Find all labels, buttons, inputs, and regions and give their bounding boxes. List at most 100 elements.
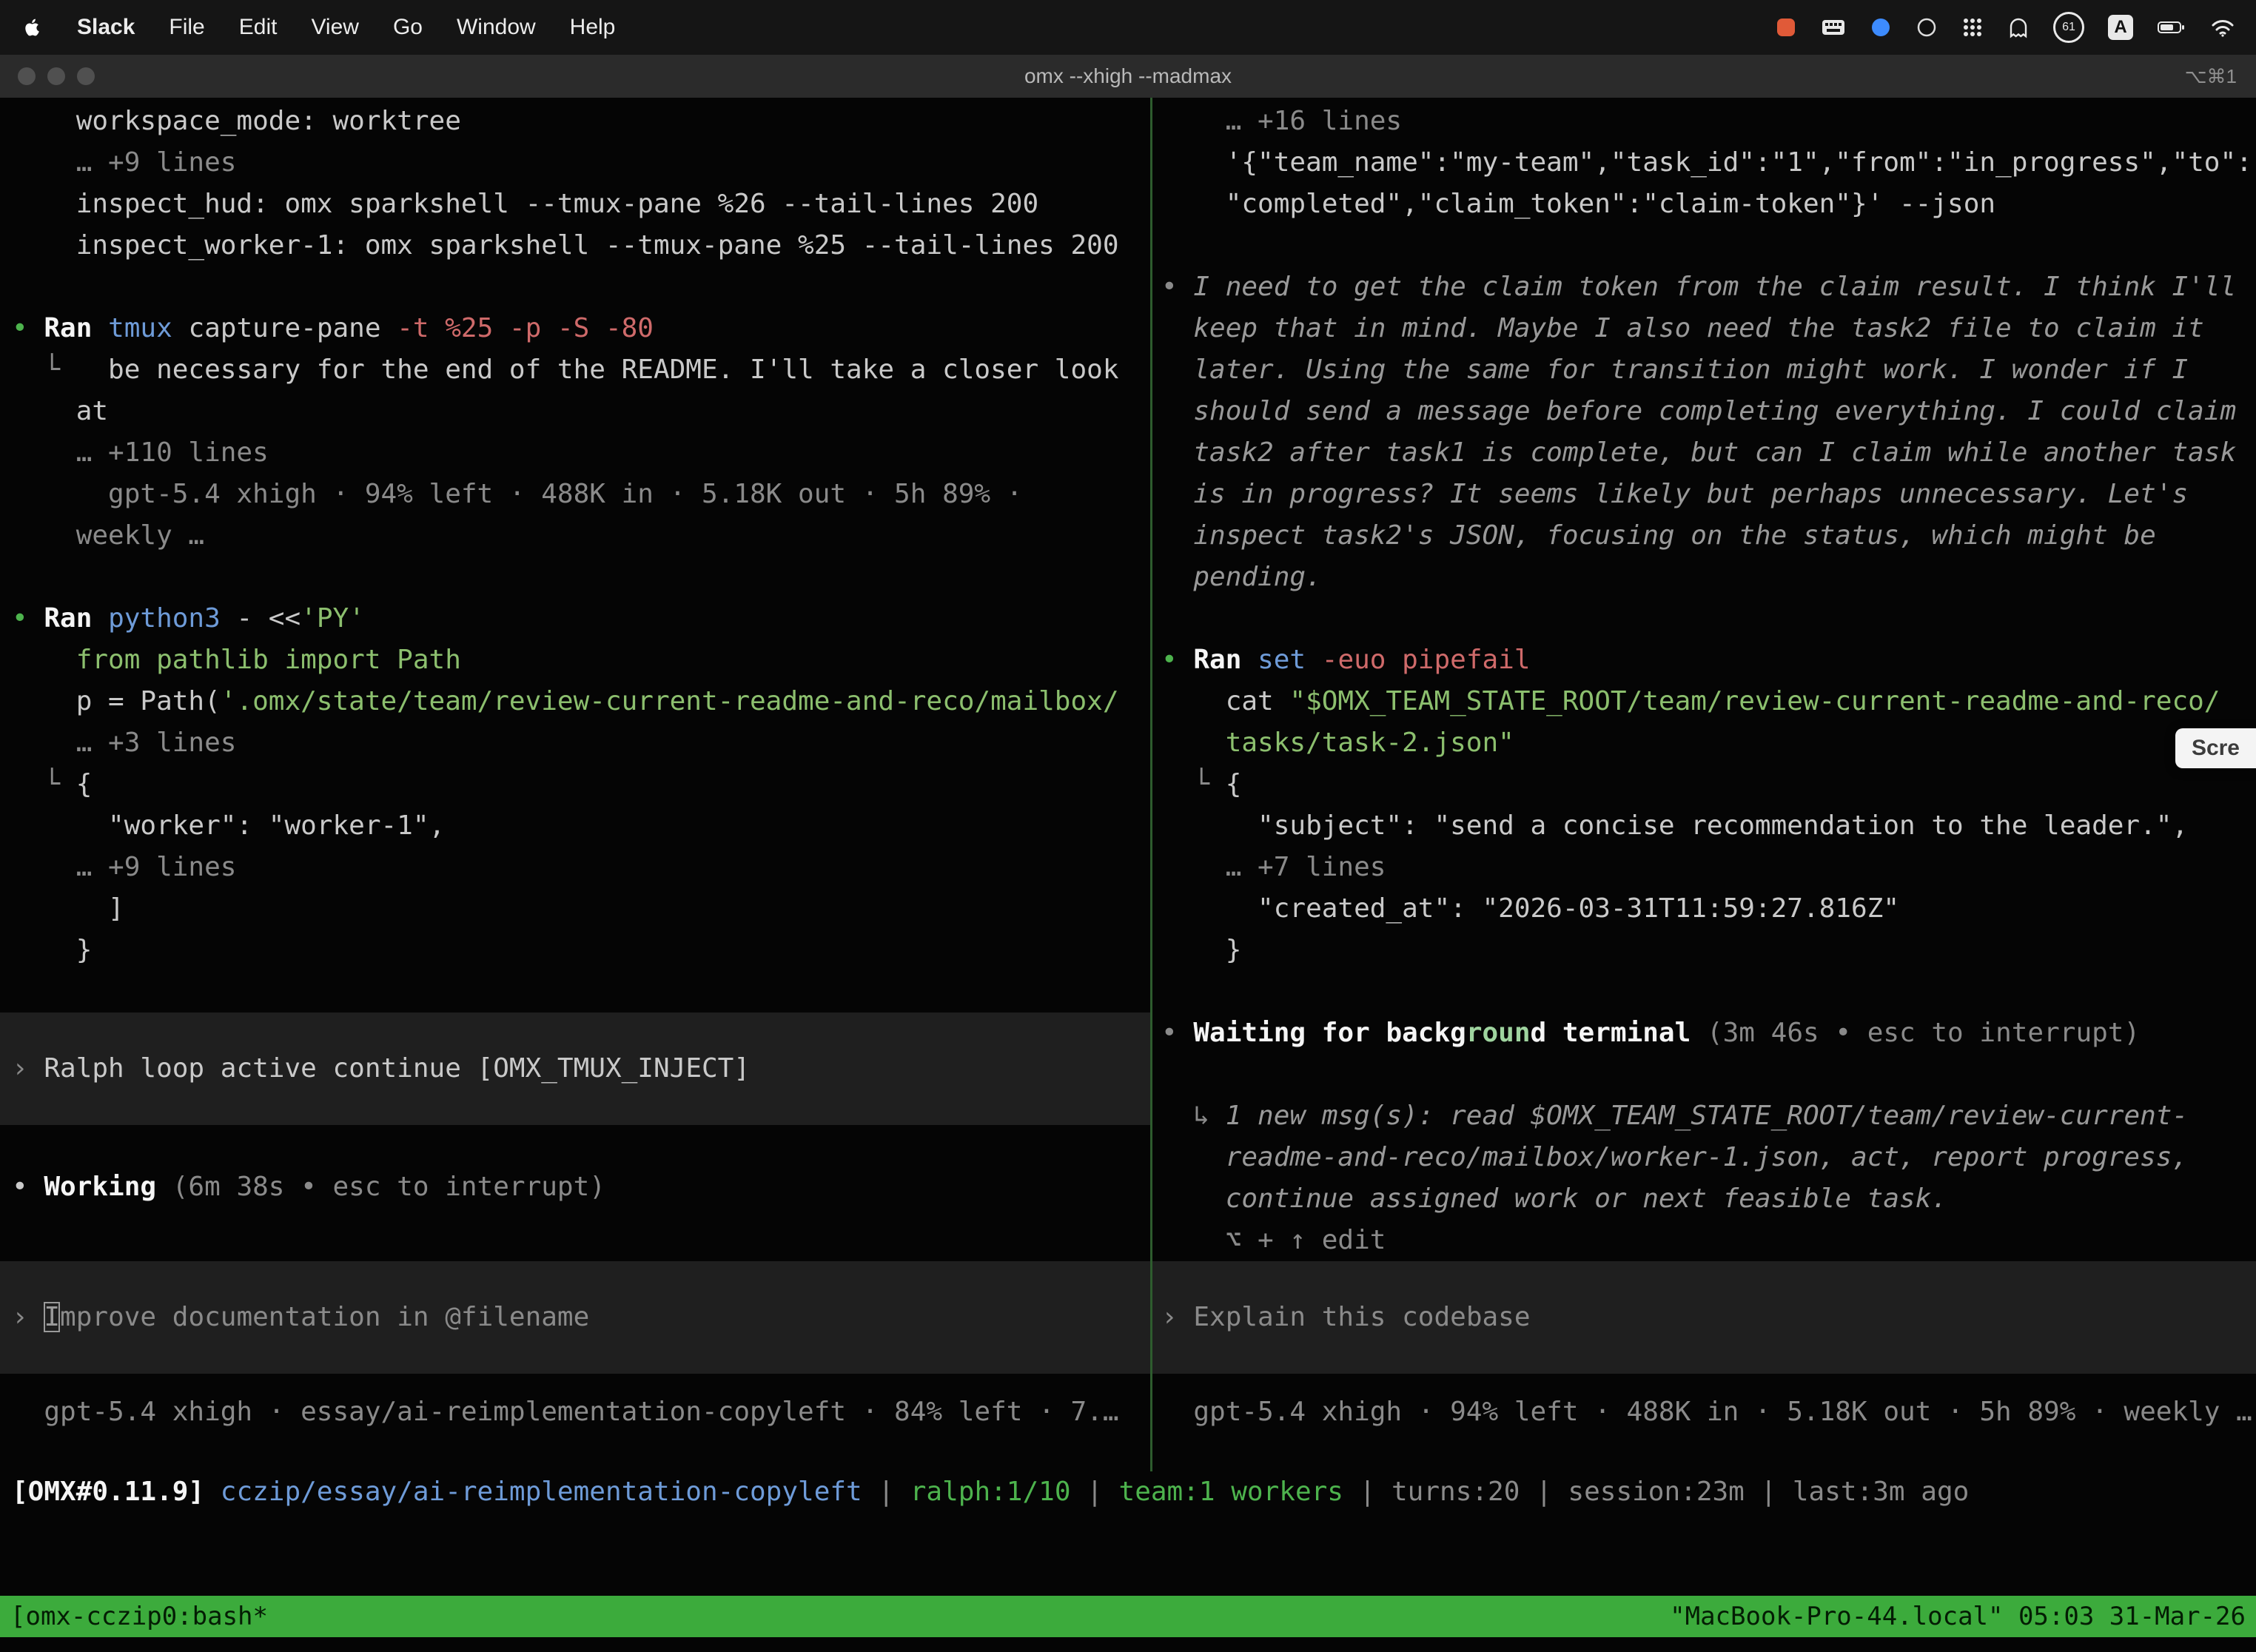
text-segment: •: [12, 1172, 44, 1202]
omx-session-status: [OMX#0.11.9] cczip/essay/ai-reimplementa…: [12, 1477, 1969, 1507]
dark-app-icon[interactable]: [1916, 16, 1938, 38]
text-segment: weekly …: [12, 520, 204, 551]
terminal-line: cat "$OMX_TEAM_STATE_ROOT/team/review-cu…: [1161, 681, 2256, 722]
text-segment: Explain this codebase: [1193, 1302, 1530, 1332]
prompt-input-placeholder[interactable]: › Improve documentation in @filename: [0, 1261, 1150, 1374]
terminal-line: ⌥ + ↑ edit: [1161, 1220, 2256, 1261]
text-segment: |: [1520, 1477, 1568, 1507]
terminal-line: … +16 lines: [1161, 101, 2256, 142]
text-segment: p = Path(: [12, 686, 221, 716]
waiting-status: • Waiting for background terminal (3m 46…: [1161, 1013, 2256, 1054]
terminal-line: [12, 557, 1150, 598]
text-segment: … +16 lines: [1161, 106, 1402, 136]
menu-item-window[interactable]: Window: [457, 15, 536, 40]
text-segment: └: [12, 355, 108, 385]
text-segment: session:23m: [1568, 1477, 1744, 1507]
terminal-line: [1161, 971, 2256, 1013]
terminal-line: from pathlib import Path: [12, 639, 1150, 681]
input-source-icon[interactable]: A: [2108, 15, 2133, 40]
tmux-panes: workspace_mode: worktree … +9 lines insp…: [0, 98, 2256, 1471]
window-shortcut-hint: ⌥⌘1: [2185, 65, 2256, 88]
menu-item-go[interactable]: Go: [393, 15, 423, 40]
grid-menu-icon[interactable]: [1961, 16, 1984, 38]
menu-item-app-name[interactable]: Slack: [77, 15, 135, 40]
terminal-line: [1161, 225, 2256, 266]
menu-item-help[interactable]: Help: [570, 15, 616, 40]
text-cursor: I: [44, 1302, 60, 1332]
text-segment: from pathlib import Path: [12, 645, 461, 675]
text-segment: roun: [1466, 1018, 1531, 1048]
terminal-line: "created_at": "2026-03-31T11:59:27.816Z": [1161, 888, 2256, 930]
screen-recording-indicator-icon[interactable]: [1775, 16, 1797, 38]
minimize-button[interactable]: [47, 67, 65, 85]
terminal-line: … +7 lines: [1161, 847, 2256, 888]
text-segment: '.omx/state/team/review-current-readme-a…: [221, 686, 1119, 716]
terminal-line: gpt-5.4 xhigh · 94% left · 488K in · 5.1…: [12, 474, 1150, 515]
keyboard-icon[interactable]: [1821, 16, 1846, 38]
text-segment: gpt-5.4 xhigh · 94% left · 488K in · 5.1…: [12, 479, 1022, 509]
text-segment: gpt-5.4 xhigh · 94% left · 488K in · 5.1…: [1161, 1397, 2252, 1427]
text-segment: mprove documentation in @filename: [60, 1302, 589, 1332]
text-segment: should send a message before completing …: [1161, 396, 2236, 426]
zoom-button[interactable]: [77, 67, 95, 85]
menu-item-file[interactable]: File: [169, 15, 204, 40]
text-segment: (3m 46s • esc to interrupt): [1707, 1018, 2140, 1048]
battery-icon[interactable]: [2157, 16, 2186, 38]
right-pane-input-area: › Explain this codebase gpt-5.4 xhigh · …: [1161, 1261, 2256, 1474]
terminal-line: └ {: [1161, 764, 2256, 805]
apple-menu-icon[interactable]: [21, 15, 43, 40]
text-segment: •: [1161, 1018, 1193, 1048]
prompt-suggestion[interactable]: › Explain this codebase: [1152, 1261, 2256, 1374]
window-controls: [0, 67, 95, 85]
model-status-line: gpt-5.4 xhigh · 94% left · 488K in · 5.1…: [1161, 1391, 2256, 1433]
text-segment: "created_at": "2026-03-31T11:59:27.816Z": [1161, 893, 1899, 924]
terminal-line: inspect_hud: omx sparkshell --tmux-pane …: [12, 184, 1150, 225]
text-segment: ]: [12, 893, 124, 924]
terminal-line: continue assigned work or next feasible …: [1161, 1178, 2256, 1220]
terminal-line: • Ran set -euo pipefail: [1161, 639, 2256, 681]
close-button[interactable]: [18, 67, 36, 85]
left-pane[interactable]: workspace_mode: worktree … +9 lines insp…: [0, 98, 1150, 1474]
text-segment: -euo pipefail: [1322, 645, 1531, 675]
text-segment: … +3 lines: [12, 728, 236, 758]
text-segment: capture-pane: [188, 313, 397, 343]
terminal-line: p = Path('.omx/state/team/review-current…: [12, 681, 1150, 722]
text-segment: cczip/essay/ai-reimplementation-copyleft: [221, 1477, 862, 1507]
terminal-line: ↳ 1 new msg(s): read $OMX_TEAM_STATE_ROO…: [1161, 1095, 2256, 1137]
menu-item-view[interactable]: View: [311, 15, 358, 40]
text-segment: ↳: [1161, 1101, 1226, 1131]
text-segment: at: [12, 396, 108, 426]
wifi-icon[interactable]: [2210, 16, 2235, 38]
terminal-line: later. Using the same for transition mig…: [1161, 349, 2256, 391]
text-segment: |: [862, 1477, 910, 1507]
terminal-line: └ {: [12, 764, 1150, 805]
terminal-line: • I need to get the claim token from the…: [1161, 266, 2256, 308]
text-segment: }: [12, 935, 92, 965]
tmux-inject-status-band[interactable]: › Ralph loop active continue [OMX_TMUX_I…: [0, 1013, 1150, 1125]
window-title-bar[interactable]: omx --xhigh --madmax ⌥⌘1: [0, 55, 2256, 98]
terminal-line: • Ran tmux capture-pane -t %25 -p -S -80: [12, 308, 1150, 349]
working-status: • Working (6m 38s • esc to interrupt): [12, 1166, 1150, 1208]
text-segment: task2 after task1 is complete, but can I…: [1161, 437, 2236, 468]
text-segment: '{"team_name":"my-team","task_id":"1","f…: [1161, 147, 2252, 178]
text-segment: last:3m ago: [1793, 1477, 1969, 1507]
right-pane[interactable]: … +16 lines '{"team_name":"my-team","tas…: [1152, 98, 2256, 1474]
terminal-line: at: [12, 391, 1150, 432]
text-segment: {: [76, 769, 93, 799]
ghost-icon[interactable]: [2007, 16, 2030, 38]
text-segment: I need to get the claim token from the c…: [1193, 272, 2236, 302]
text-segment: pending.: [1161, 562, 1322, 592]
terminal-line: should send a message before completing …: [1161, 391, 2256, 432]
text-segment: •: [12, 603, 44, 634]
blue-app-icon[interactable]: [1870, 16, 1892, 38]
model-status-line: gpt-5.4 xhigh · essay/ai-reimplementatio…: [12, 1391, 1150, 1433]
battery-percentage-badge[interactable]: 61: [2053, 12, 2084, 43]
text-segment: Ran: [1193, 645, 1258, 675]
text-segment: |: [1745, 1477, 1793, 1507]
terminal-line: … +110 lines: [12, 432, 1150, 474]
left-pane-input-area: › Improve documentation in @filename gpt…: [12, 1261, 1150, 1474]
terminal-line: [1161, 598, 2256, 639]
terminal-line: [12, 266, 1150, 308]
terminal-line: is in progress? It seems likely but perh…: [1161, 474, 2256, 515]
menu-item-edit[interactable]: Edit: [239, 15, 278, 40]
